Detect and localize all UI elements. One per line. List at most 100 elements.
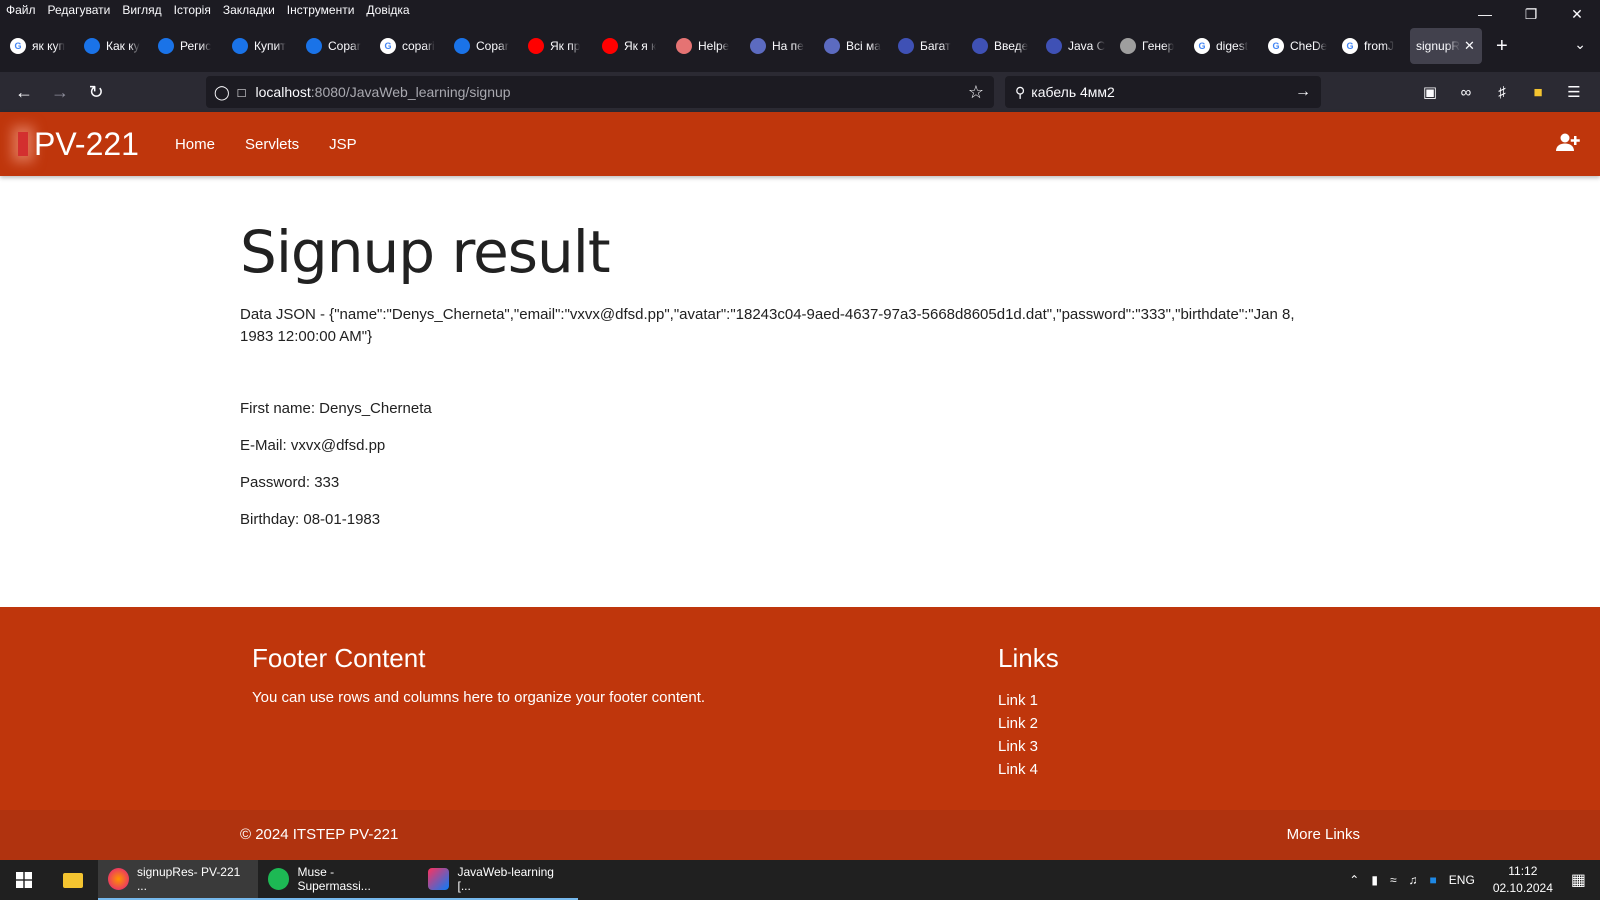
tab-title: Введе [994,39,1029,53]
battery-icon[interactable]: ▮ [1371,873,1378,887]
clock-date: 02.10.2024 [1492,881,1553,895]
footer-links-title: Links [998,643,1059,673]
browser-tab[interactable]: signupR ✕ [1410,28,1482,64]
browser-tab[interactable]: Gcopari [374,28,448,64]
windows-taskbar: signupRes- PV-221 ... Muse - Supermassi.… [0,860,1600,900]
browser-tab[interactable]: Как ку [78,28,152,64]
forward-icon[interactable]: → [42,76,78,108]
note-icon[interactable]: ■ [1520,76,1556,108]
tab-title: copari [402,39,435,53]
footer-link-3[interactable]: Link 3 [998,735,1038,758]
volume-icon[interactable]: ♫ [1409,873,1418,887]
more-links-link[interactable]: More Links [1287,826,1360,843]
browser-tab[interactable]: Gdigest [1188,28,1262,64]
search-input[interactable]: кабель 4мм2 [1031,84,1115,100]
browser-tab[interactable]: Купит [226,28,300,64]
list-all-tabs-icon[interactable]: ⌄ [1574,36,1586,53]
go-arrow-icon[interactable]: → [1295,83,1311,101]
footer-link-1[interactable]: Link 1 [998,689,1038,712]
browser-tab[interactable]: Copar [300,28,374,64]
menu-help[interactable]: Довідка [366,3,409,17]
bookmark-star-icon[interactable]: ☆ [968,82,984,103]
chevron-up-icon[interactable]: ⌃ [1349,873,1359,887]
back-icon[interactable]: ← [6,76,42,108]
reload-icon[interactable]: ↻ [78,76,114,108]
menu-bookmarks[interactable]: Закладки [223,3,275,17]
menu-tools[interactable]: Інструменти [287,3,355,17]
taskbar-firefox[interactable]: signupRes- PV-221 ... [98,860,258,900]
browser-tab[interactable]: Регис [152,28,226,64]
menu-edit[interactable]: Редагувати [48,3,111,17]
helper-icon [676,38,692,54]
footer-link-4[interactable]: Link 4 [998,758,1038,781]
site-navbar: PV-221 Home Servlets JSP [0,112,1600,176]
clock-time: 11:12 [1508,864,1538,878]
person-add-icon[interactable] [1556,132,1580,158]
main-content: Signup result Data JSON - {"name":"Denys… [240,176,1340,528]
close-tab-icon[interactable]: ✕ [1464,38,1475,54]
browser-tab[interactable]: G CheDe [1262,28,1336,64]
search-bar[interactable]: ⚲ кабель 4мм2 → [1005,76,1321,108]
clock[interactable]: 11:12 02.10.2024 [1493,863,1553,897]
page-icon: □ [237,84,246,100]
taskbar-firefox-label: signupRes- PV-221 ... [136,865,241,893]
menu-view[interactable]: Вигляд [122,3,161,17]
brand-link[interactable]: PV-221 [18,126,139,163]
browser-tab[interactable]: Як я к [596,28,670,64]
intellij-icon [428,868,450,890]
google-icon: G [1194,38,1210,54]
browser-tab[interactable]: Copar [448,28,522,64]
browser-tab[interactable]: Всі ма [818,28,892,64]
app-menu-bar: Файл Редагувати Вигляд Історія Закладки … [0,0,1600,20]
language-indicator[interactable]: ENG [1449,873,1475,887]
browser-tab[interactable]: Багат [892,28,966,64]
menu-file[interactable]: Файл [6,3,36,17]
brand-logo [18,132,28,156]
browser-tab[interactable]: Gяк куп [4,28,78,64]
tab-title: Copar [476,39,509,53]
copilot-c-icon [84,38,100,54]
taskbar-intellij[interactable]: JavaWeb-learning [... [418,860,578,900]
puzzle-icon[interactable]: ♯ [1484,76,1520,108]
browser-tab[interactable]: GfromJ [1336,28,1410,64]
footer-links: Link 1 Link 2 Link 3 Link 4 [998,689,1038,781]
taskbar-spotify[interactable]: Muse - Supermassi... [258,860,418,900]
system-tray: ⌃ ▮ ≈ ♫ ■ ENG 11:12 02.10.2024 ▦ [1343,860,1600,900]
birthday-text: Birthday: 08-01-1983 [240,511,381,528]
browser-tab[interactable]: На пе [744,28,818,64]
url-path: :8080/JavaWeb_learning/signup [310,84,511,100]
toolbar-icons: ▣ ∞ ♯ ■ ☰ [1412,76,1592,108]
browser-tab[interactable]: Helpe [670,28,744,64]
extension-icon[interactable]: ▣ [1412,76,1448,108]
browser-tab[interactable]: Генер [1114,28,1188,64]
tab-title: На пе [772,39,804,53]
notifications-icon[interactable]: ▦ [1571,870,1586,890]
nav-home[interactable]: Home [175,136,215,153]
spotify-icon [268,868,290,890]
browser-toolbar: ← → ↻ ◯ □ localhost:8080/JavaWeb_learnin… [0,72,1600,112]
app-tray-icon[interactable]: ■ [1430,873,1437,887]
footer-link-2[interactable]: Link 2 [998,712,1038,735]
search-icon: ⚲ [1015,83,1026,100]
google-icon: G [1342,38,1358,54]
tab-title: Как ку [106,39,140,53]
windows-start-icon[interactable] [0,860,48,900]
wifi-icon[interactable]: ≈ [1390,873,1397,887]
infinity-icon[interactable]: ∞ [1448,76,1484,108]
address-bar[interactable]: ◯ □ localhost:8080/JavaWeb_learning/sign… [206,76,994,108]
file-explorer-icon[interactable] [48,860,98,900]
shield-icon[interactable]: ◯ [214,84,230,101]
hamburger-menu-icon[interactable]: ☰ [1556,76,1592,108]
openai-icon [1120,38,1136,54]
tab-title: Регис [180,39,212,53]
menu-history[interactable]: Історія [174,3,211,17]
browser-tab[interactable]: Введе [966,28,1040,64]
new-tab-icon[interactable]: + [1496,35,1508,58]
tab-title: Купит [254,39,286,53]
browser-tab[interactable]: Java C [1040,28,1114,64]
nav-servlets[interactable]: Servlets [245,136,299,153]
nav-jsp[interactable]: JSP [329,136,357,153]
copilot-c-icon [306,38,322,54]
browser-tab[interactable]: Як пр [522,28,596,64]
tab-title: fromJ [1364,39,1394,53]
